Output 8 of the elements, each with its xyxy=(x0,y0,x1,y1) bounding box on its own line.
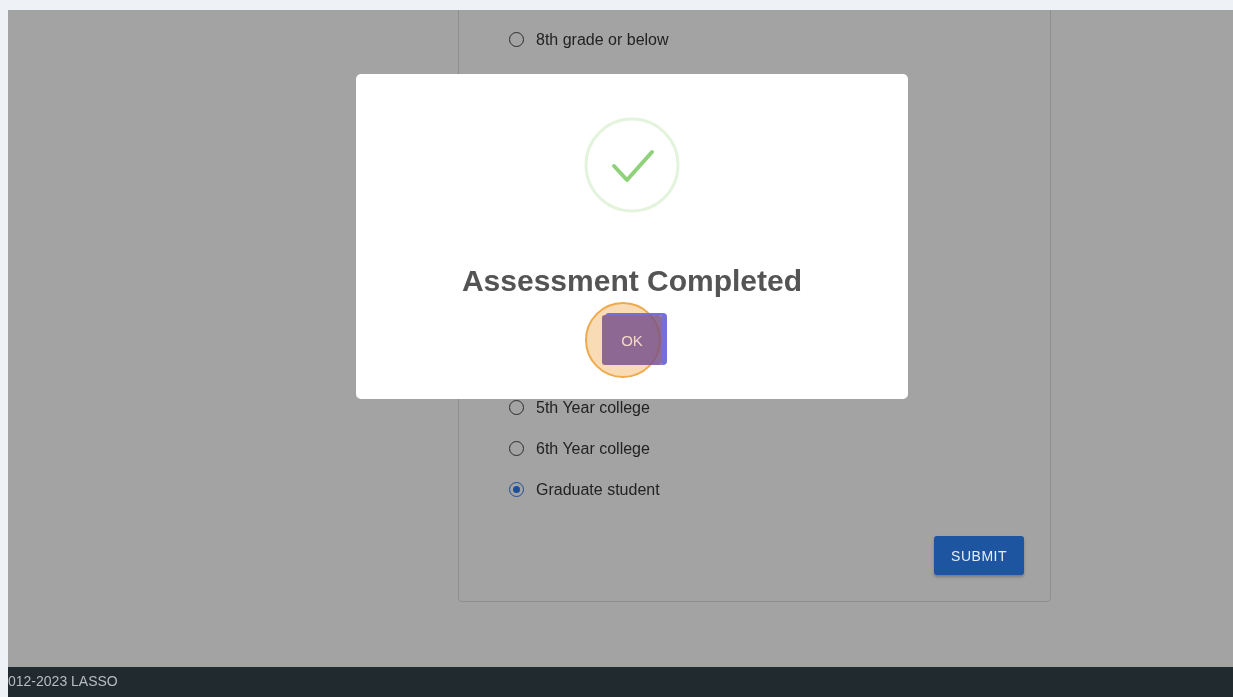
option-label[interactable]: 6th Year college xyxy=(536,439,650,458)
submit-button[interactable]: SUBMIT xyxy=(934,536,1024,575)
option-label[interactable]: 5th Year college xyxy=(536,398,650,417)
option-label[interactable]: 8th grade or below xyxy=(536,30,669,49)
dialog-title: Assessment Completed xyxy=(461,263,803,299)
checkmark-icon xyxy=(584,117,680,213)
footer-text: 012-2023 LASSO xyxy=(8,667,1233,697)
option-label[interactable]: Graduate student xyxy=(536,480,660,499)
